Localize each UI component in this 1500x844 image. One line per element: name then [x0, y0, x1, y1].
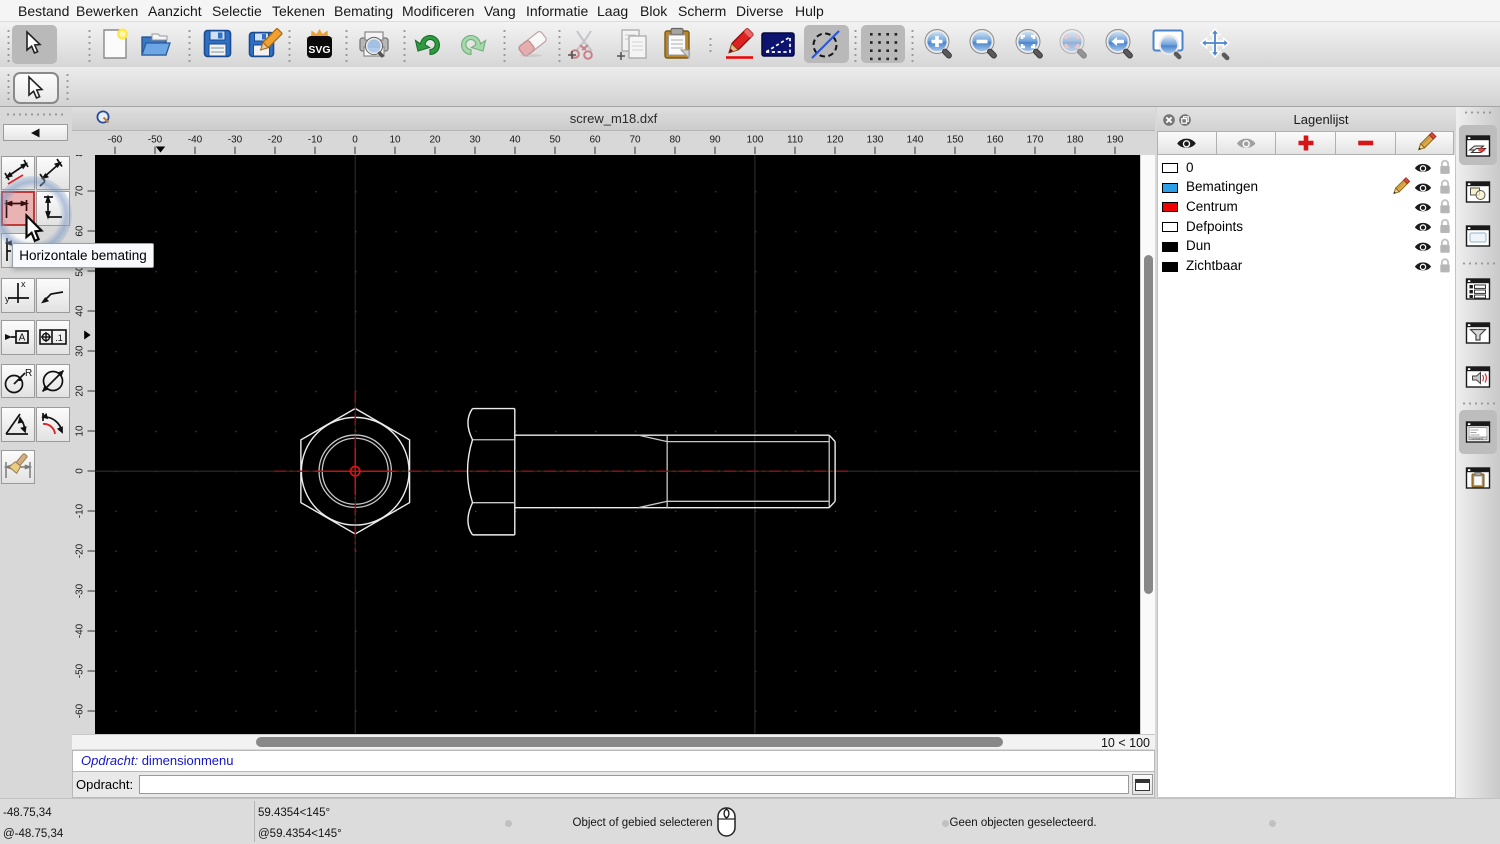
svg-text:-40: -40: [188, 135, 203, 146]
svg-text:30: 30: [75, 345, 86, 357]
svg-text:0: 0: [352, 135, 358, 146]
svg-text:-20: -20: [268, 135, 283, 146]
svg-text:40: 40: [75, 305, 86, 317]
svg-text:-30: -30: [75, 583, 86, 598]
svg-text:-40: -40: [75, 623, 86, 638]
svg-text:190: 190: [1107, 135, 1124, 146]
svg-text:80: 80: [75, 155, 86, 157]
svg-text:60: 60: [589, 135, 601, 146]
svg-text:y: y: [5, 294, 10, 304]
svg-text:0: 0: [75, 468, 86, 474]
svg-text:x: x: [21, 279, 26, 289]
svg-text:-10: -10: [75, 503, 86, 518]
svg-text:160: 160: [987, 135, 1004, 146]
svg-text:SVG: SVG: [308, 44, 330, 56]
svg-text:-10: -10: [308, 135, 323, 146]
svg-text:40: 40: [509, 135, 521, 146]
svg-text:-20: -20: [75, 543, 86, 558]
svg-text:180: 180: [1067, 135, 1084, 146]
svg-text:70: 70: [629, 135, 641, 146]
svg-text:80: 80: [669, 135, 681, 146]
svg-text:110: 110: [787, 135, 803, 146]
svg-text:-30: -30: [228, 135, 243, 146]
svg-text:.1: .1: [55, 333, 63, 343]
svg-text:A: A: [19, 333, 26, 344]
svg-text:150: 150: [947, 135, 964, 146]
svg-text:command: command: [1471, 437, 1483, 441]
svg-text:-50: -50: [75, 663, 86, 678]
svg-text:120: 120: [827, 135, 844, 146]
svg-text:50: 50: [549, 135, 561, 146]
svg-text:30: 30: [469, 135, 481, 146]
svg-text:-50: -50: [148, 135, 163, 146]
svg-text:20: 20: [429, 135, 441, 146]
svg-text:90: 90: [709, 135, 721, 146]
svg-text:10: 10: [389, 135, 401, 146]
svg-text:170: 170: [1027, 135, 1044, 146]
svg-text:10: 10: [75, 425, 86, 437]
svg-text:130: 130: [867, 135, 884, 146]
svg-text:R: R: [25, 368, 32, 379]
svg-text:70: 70: [75, 185, 86, 197]
svg-text:20: 20: [75, 385, 86, 397]
svg-text:60: 60: [75, 225, 86, 237]
svg-text:-60: -60: [108, 135, 123, 146]
svg-text:-60: -60: [75, 703, 86, 718]
svg-text:140: 140: [907, 135, 924, 146]
svg-text:100: 100: [747, 135, 764, 146]
